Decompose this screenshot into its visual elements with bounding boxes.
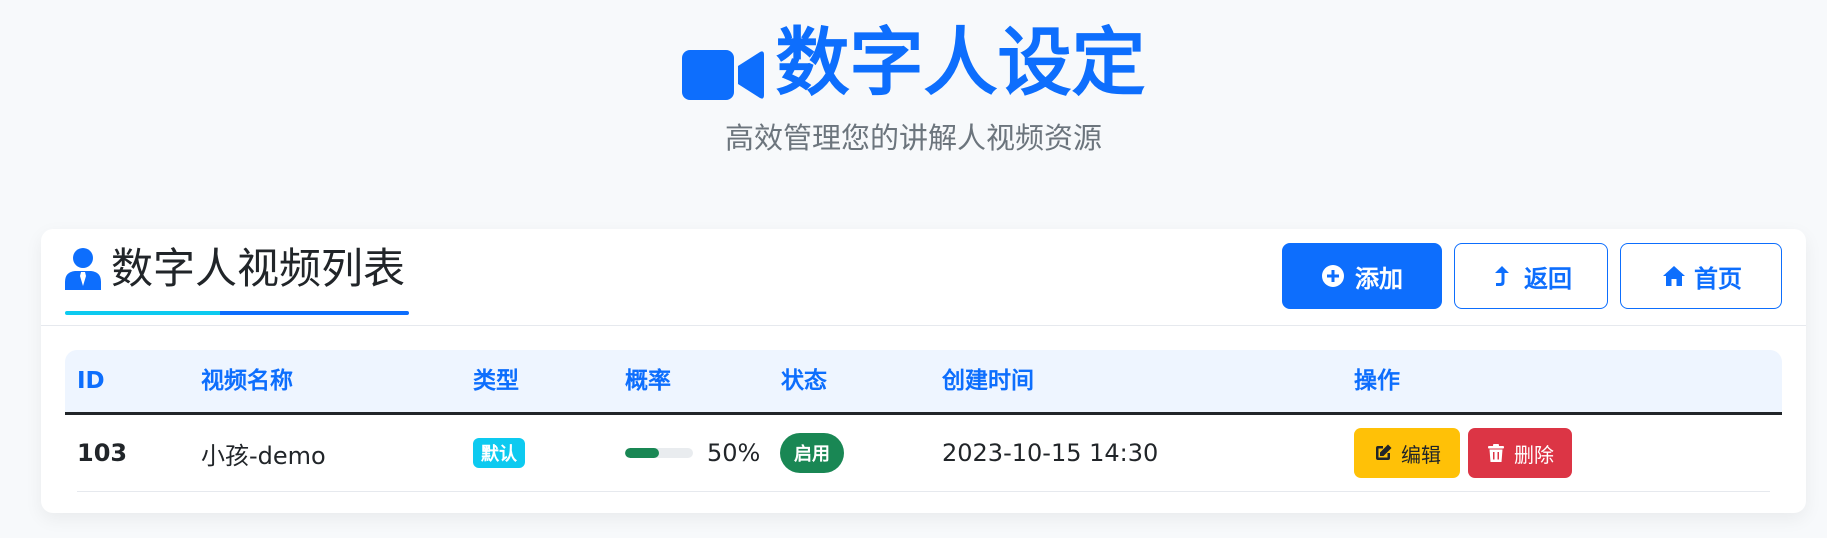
column-header-id: ID bbox=[77, 368, 105, 394]
cell-actions: 编辑 删除 bbox=[1354, 415, 1572, 491]
cell-status: 启用 bbox=[780, 415, 844, 491]
column-header-status: 状态 bbox=[781, 368, 827, 394]
home-button[interactable]: 首页 bbox=[1620, 243, 1782, 309]
edit-button[interactable]: 编辑 bbox=[1354, 428, 1460, 478]
status-badge: 启用 bbox=[780, 433, 844, 473]
page-title: 数字人设定 bbox=[681, 18, 1146, 108]
probability-bar bbox=[625, 448, 693, 458]
turn-up-arrow-icon bbox=[1490, 264, 1514, 288]
cell-type: 默认 bbox=[473, 415, 525, 491]
title-underline bbox=[65, 311, 409, 315]
video-table: ID 视频名称 类型 概率 状态 创建时间 操作 103 小孩-demo 默认 … bbox=[65, 350, 1782, 492]
table-body: 103 小孩-demo 默认 50% 启用 2023-10-15 14:30 编… bbox=[65, 415, 1782, 492]
type-badge: 默认 bbox=[473, 438, 525, 468]
page-subtitle: 高效管理您的讲解人视频资源 bbox=[724, 121, 1102, 155]
card-title: 数字人视频列表 bbox=[65, 243, 405, 295]
back-button[interactable]: 返回 bbox=[1454, 243, 1608, 309]
video-camera-icon bbox=[681, 34, 764, 100]
cell-probability: 50% bbox=[625, 415, 760, 491]
cell-name: 小孩-demo bbox=[201, 441, 326, 470]
plus-circle-icon bbox=[1321, 264, 1345, 288]
column-header-probability: 概率 bbox=[625, 368, 671, 394]
edit-button-label: 编辑 bbox=[1401, 442, 1441, 467]
add-button[interactable]: 添加 bbox=[1282, 243, 1442, 309]
home-button-label: 首页 bbox=[1694, 264, 1742, 293]
edit-icon bbox=[1373, 443, 1393, 463]
page-title-text: 数字人设定 bbox=[775, 20, 1146, 106]
video-list-card: 数字人视频列表 添加 返回 首页 ID 视频名称 类型 概率 状态 创建时间 操… bbox=[41, 229, 1806, 513]
cell-created: 2023-10-15 14:30 bbox=[942, 439, 1159, 467]
trash-icon bbox=[1486, 443, 1506, 463]
column-header-name: 视频名称 bbox=[201, 368, 293, 394]
add-button-label: 添加 bbox=[1355, 264, 1403, 293]
home-icon bbox=[1660, 264, 1685, 288]
delete-button[interactable]: 删除 bbox=[1468, 428, 1572, 478]
probability-label: 50% bbox=[707, 439, 761, 467]
back-button-label: 返回 bbox=[1524, 264, 1572, 293]
cell-id: 103 bbox=[77, 439, 128, 467]
table-row: 103 小孩-demo 默认 50% 启用 2023-10-15 14:30 编… bbox=[77, 415, 1770, 492]
card-header: 数字人视频列表 添加 返回 首页 bbox=[41, 229, 1806, 326]
table-header: ID 视频名称 类型 概率 状态 创建时间 操作 bbox=[65, 350, 1782, 415]
column-header-type: 类型 bbox=[473, 368, 519, 394]
column-header-actions: 操作 bbox=[1354, 368, 1400, 394]
hero-header: 数字人设定 高效管理您的讲解人视频资源 bbox=[0, 18, 1827, 158]
user-tie-icon bbox=[65, 248, 101, 290]
delete-button-label: 删除 bbox=[1514, 442, 1554, 467]
header-actions: 添加 返回 首页 bbox=[1282, 243, 1782, 309]
column-header-created: 创建时间 bbox=[942, 368, 1034, 394]
row-actions: 编辑 删除 bbox=[1354, 428, 1572, 478]
card-title-text: 数字人视频列表 bbox=[111, 244, 406, 293]
probability-bar-fill bbox=[625, 448, 659, 458]
